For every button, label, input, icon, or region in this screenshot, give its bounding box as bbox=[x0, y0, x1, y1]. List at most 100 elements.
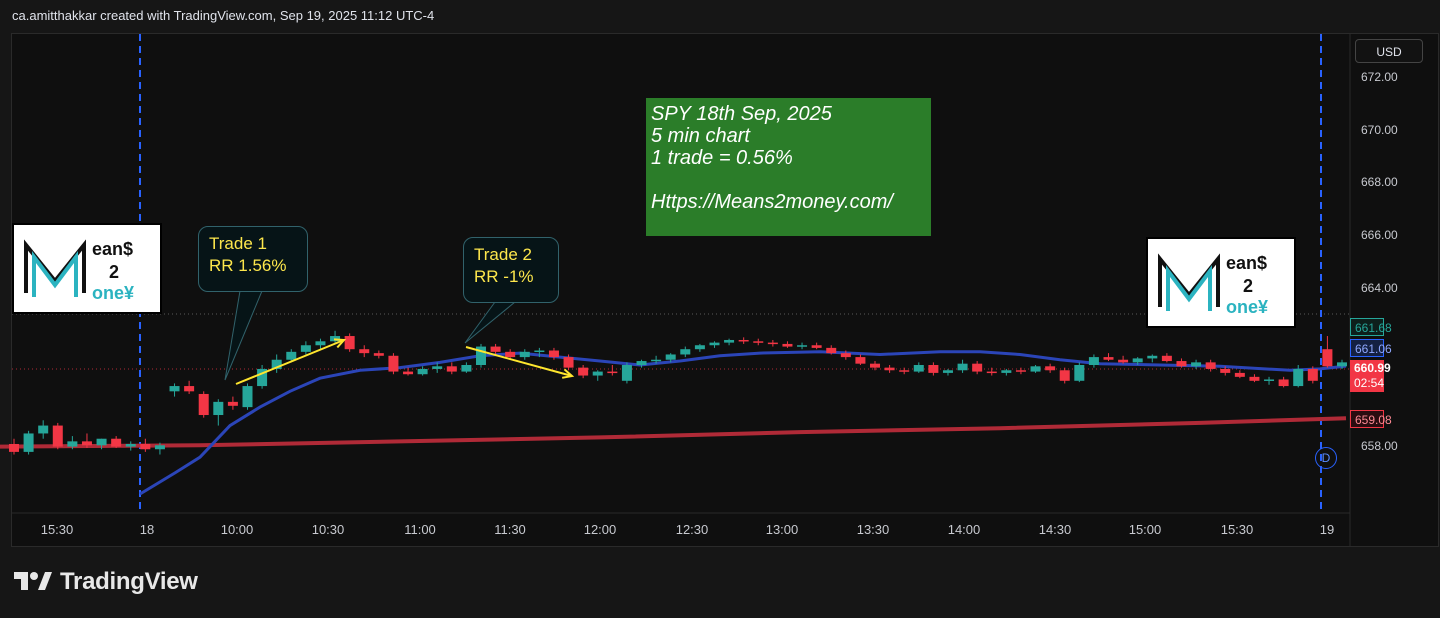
y-tick-label: 672.00 bbox=[1361, 70, 1398, 84]
candle bbox=[1147, 354, 1158, 363]
chart-note[interactable]: SPY 18th Sep, 2025 5 min chart 1 trade =… bbox=[646, 98, 931, 236]
candle bbox=[446, 362, 457, 375]
candle bbox=[709, 341, 720, 348]
candle-body bbox=[38, 425, 49, 434]
candle-body bbox=[1322, 349, 1333, 367]
candle bbox=[694, 343, 705, 352]
candle-body bbox=[461, 364, 472, 372]
candle-body bbox=[986, 371, 997, 374]
trade-2-pointer bbox=[464, 301, 517, 344]
candle-body bbox=[1045, 366, 1056, 371]
currency-selector[interactable]: USD bbox=[1355, 39, 1423, 63]
candle-body bbox=[242, 386, 253, 408]
candle bbox=[169, 383, 180, 397]
candle bbox=[271, 354, 282, 373]
logo-right-bot: one¥ bbox=[1226, 297, 1269, 317]
candle-body bbox=[184, 386, 195, 392]
candle-body bbox=[1161, 355, 1172, 362]
candle bbox=[855, 354, 866, 365]
candle-body bbox=[490, 346, 501, 352]
x-tick-label: 14:00 bbox=[947, 522, 981, 537]
candle bbox=[475, 343, 486, 368]
candle-body bbox=[607, 371, 618, 374]
candle-body bbox=[198, 393, 209, 416]
candle bbox=[1278, 376, 1289, 388]
candle-body bbox=[928, 364, 939, 373]
candle-body bbox=[1234, 372, 1245, 377]
note-line-1: SPY 18th Sep, 2025 bbox=[651, 103, 832, 125]
candle-body bbox=[140, 443, 151, 450]
trade-1-title: Trade 1 bbox=[209, 234, 267, 253]
x-tick-label: 15:00 bbox=[1128, 522, 1162, 537]
price-label-ma-slow: 659.08 bbox=[1350, 410, 1392, 428]
candle bbox=[767, 339, 778, 347]
candle-body bbox=[505, 351, 516, 358]
candle-body bbox=[578, 367, 589, 376]
trade-1-pointer bbox=[224, 290, 263, 381]
candle bbox=[811, 342, 822, 350]
candle bbox=[461, 362, 472, 373]
candle bbox=[957, 359, 968, 373]
candle bbox=[1045, 363, 1056, 373]
x-tick-label: 14:30 bbox=[1038, 522, 1072, 537]
candle bbox=[1264, 376, 1275, 385]
candle-body bbox=[23, 433, 34, 452]
candle-body bbox=[373, 353, 384, 356]
x-tick-label: 15:30 bbox=[40, 522, 74, 537]
candle-body bbox=[724, 339, 735, 343]
candle bbox=[344, 333, 355, 352]
candle-body bbox=[446, 366, 457, 372]
candle bbox=[826, 345, 837, 355]
candle-body bbox=[315, 341, 326, 346]
candle bbox=[592, 370, 603, 381]
candle bbox=[1118, 355, 1129, 364]
candle bbox=[1074, 362, 1085, 383]
candle bbox=[1030, 364, 1041, 373]
y-tick-label: 658.00 bbox=[1361, 438, 1398, 453]
x-tick-label: 10:00 bbox=[220, 522, 254, 537]
tradingview-footer[interactable]: TradingView bbox=[14, 568, 198, 596]
candle bbox=[38, 420, 49, 439]
candle bbox=[1191, 359, 1202, 369]
logo-right-top: ean$ bbox=[1226, 253, 1268, 273]
candle-body bbox=[1001, 370, 1012, 373]
candle bbox=[913, 362, 924, 373]
candle-body bbox=[359, 349, 370, 354]
candle bbox=[257, 364, 268, 389]
candle bbox=[359, 345, 370, 358]
day-separator-badge[interactable]: D bbox=[1315, 447, 1337, 469]
candle bbox=[417, 366, 428, 376]
candle bbox=[1103, 353, 1114, 362]
candle bbox=[1322, 336, 1333, 368]
candle-body bbox=[694, 345, 705, 350]
candle-body bbox=[942, 370, 953, 373]
trade-1-callout[interactable]: Trade 1 RR 1.56% bbox=[198, 226, 308, 292]
x-tick-label: 11:00 bbox=[404, 522, 436, 537]
candle-body bbox=[592, 371, 603, 376]
candle-body bbox=[286, 351, 297, 360]
candle-body bbox=[1176, 361, 1187, 367]
candle-body bbox=[388, 355, 399, 372]
logo-left-mid: 2 bbox=[109, 262, 120, 282]
candle bbox=[578, 364, 589, 379]
logo-left-bot: one¥ bbox=[92, 283, 135, 303]
candle bbox=[942, 368, 953, 376]
candle bbox=[373, 350, 384, 359]
last-price-value: 660.99 bbox=[1354, 361, 1391, 375]
trade-2-callout[interactable]: Trade 2 RR -1% bbox=[463, 237, 559, 303]
candle-body bbox=[1030, 366, 1041, 372]
candle-body bbox=[213, 401, 224, 416]
price-label-ma-fast: 661.06 bbox=[1350, 339, 1392, 357]
trade-1-rr: RR 1.56% bbox=[209, 256, 287, 275]
candle-body bbox=[636, 361, 647, 365]
candle bbox=[636, 359, 647, 368]
candle bbox=[52, 422, 63, 450]
x-tick-label: 12:30 bbox=[675, 522, 709, 537]
candle bbox=[724, 338, 735, 346]
candle-body bbox=[96, 438, 107, 446]
x-tick-label: 11:30 bbox=[494, 522, 526, 537]
candle-body bbox=[169, 386, 180, 392]
y-tick-label: 668.00 bbox=[1361, 175, 1398, 190]
candle-body bbox=[709, 342, 720, 346]
candle-body bbox=[1074, 364, 1085, 381]
